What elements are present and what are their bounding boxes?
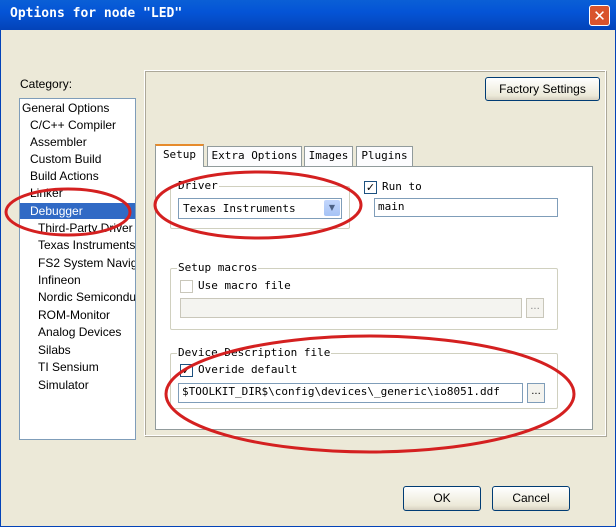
driver-group-label: Driver bbox=[177, 179, 219, 192]
window-title: Options for node "LED" bbox=[10, 6, 183, 21]
setup-macros-group-label: Setup macros bbox=[177, 261, 259, 274]
ok-button[interactable]: OK bbox=[403, 486, 481, 511]
driver-select[interactable]: Texas Instruments ▼ bbox=[178, 198, 342, 219]
category-label: Category: bbox=[20, 77, 73, 91]
macro-browse-button[interactable]: ... bbox=[526, 298, 544, 318]
category-item-analog-devices[interactable]: Analog Devices bbox=[20, 324, 135, 340]
driver-select-value: Texas Instruments bbox=[183, 202, 296, 215]
use-macro-file-checkbox[interactable] bbox=[180, 280, 193, 293]
category-item-assembler[interactable]: Assembler bbox=[20, 134, 135, 150]
category-item-build-actions[interactable]: Build Actions bbox=[20, 168, 135, 184]
device-description-group-label: Device Description file bbox=[177, 346, 332, 359]
device-description-input[interactable]: $TOOLKIT_DIR$\config\devices\_generic\io… bbox=[178, 383, 523, 403]
use-macro-file-label: Use macro file bbox=[198, 279, 291, 292]
close-icon[interactable]: ✕ bbox=[589, 5, 610, 26]
category-item-custom-build[interactable]: Custom Build bbox=[20, 151, 135, 167]
tab-extra-options[interactable]: Extra Options bbox=[207, 146, 302, 166]
category-item-third-party-driver[interactable]: Third-Party Driver bbox=[20, 220, 135, 236]
tab-images[interactable]: Images bbox=[304, 146, 353, 166]
override-default-label: Overide default bbox=[198, 363, 298, 376]
factory-settings-button[interactable]: Factory Settings bbox=[485, 77, 600, 101]
category-item-linker[interactable]: Linker bbox=[20, 185, 135, 201]
tab-plugins[interactable]: Plugins bbox=[356, 146, 413, 166]
cancel-button[interactable]: Cancel bbox=[492, 486, 570, 511]
category-item-infineon[interactable]: Infineon bbox=[20, 272, 135, 288]
run-to-label: Run to bbox=[382, 180, 422, 193]
category-item-silabs[interactable]: Silabs bbox=[20, 342, 135, 358]
override-default-checkbox[interactable]: ✓ bbox=[180, 364, 193, 377]
category-item-ti-sensium[interactable]: TI Sensium bbox=[20, 359, 135, 375]
chevron-down-icon[interactable]: ▼ bbox=[324, 200, 340, 216]
category-item-fs2-system-navig[interactable]: FS2 System Navig. bbox=[20, 255, 135, 271]
category-item-general-options[interactable]: General Options bbox=[20, 100, 135, 116]
run-to-checkbox[interactable]: ✓ bbox=[364, 181, 377, 194]
category-item-c-compiler[interactable]: C/C++ Compiler bbox=[20, 117, 135, 133]
category-item-debugger[interactable]: Debugger bbox=[20, 203, 135, 219]
title-bar: Options for node "LED" ✕ bbox=[0, 0, 616, 30]
macro-file-input[interactable] bbox=[180, 298, 522, 318]
device-browse-button[interactable]: ... bbox=[527, 383, 545, 403]
category-item-nordic-semiconduc[interactable]: Nordic Semiconduc bbox=[20, 289, 135, 305]
category-item-simulator[interactable]: Simulator bbox=[20, 377, 135, 393]
category-list[interactable]: General Options C/C++ Compiler Assembler… bbox=[19, 98, 136, 440]
run-to-input[interactable]: main bbox=[374, 198, 558, 217]
category-item-rom-monitor[interactable]: ROM-Monitor bbox=[20, 307, 135, 323]
category-item-texas-instruments[interactable]: Texas Instruments bbox=[20, 237, 135, 253]
tab-setup[interactable]: Setup bbox=[155, 144, 204, 167]
